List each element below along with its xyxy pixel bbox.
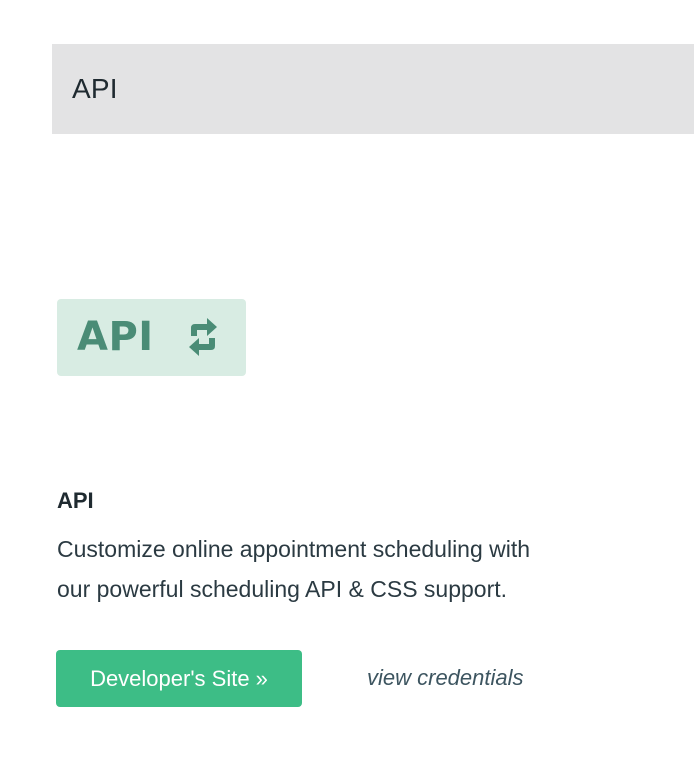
description-line-1: Customize online appointment scheduling … (57, 536, 531, 562)
section-title: API (72, 73, 118, 104)
developers-site-button[interactable]: Developer's Site » (56, 650, 302, 707)
api-logo: API (57, 299, 246, 376)
api-settings-page: API API API Customize online appointment… (0, 0, 694, 760)
section-header: API (52, 44, 694, 134)
integration-description: Customize online appointment scheduling … (57, 529, 657, 609)
view-credentials-link[interactable]: view credentials (367, 663, 524, 693)
description-line-2: our powerful scheduling API & CSS suppor… (57, 576, 508, 602)
api-logo-text: API (77, 314, 154, 360)
sync-arrows-icon (189, 318, 217, 356)
integration-title: API (57, 488, 94, 513)
